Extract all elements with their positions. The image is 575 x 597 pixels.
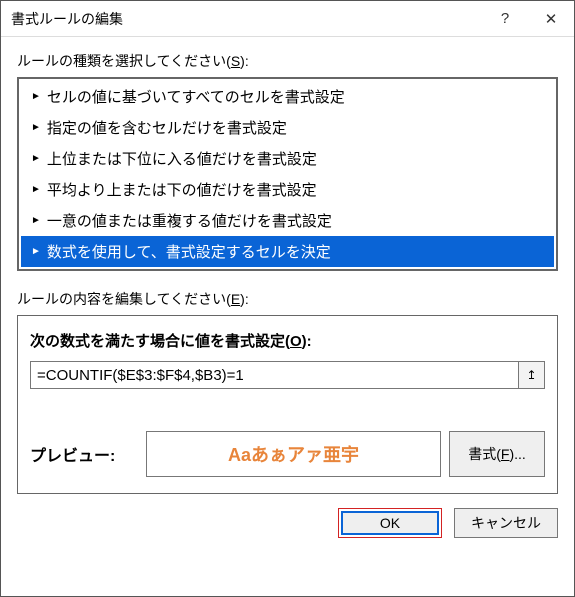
rule-content-label: ルールの内容を編集してください(E): bbox=[17, 289, 558, 309]
bullet-icon: ► bbox=[31, 247, 41, 257]
rule-type-item-average[interactable]: ► 平均より上または下の値だけを書式設定 bbox=[21, 174, 554, 205]
help-icon: ? bbox=[501, 10, 509, 27]
rule-type-item-label: 指定の値を含むセルだけを書式設定 bbox=[47, 117, 287, 138]
collapse-dialog-icon: ↥ bbox=[526, 369, 536, 381]
ok-button[interactable]: OK bbox=[341, 511, 439, 535]
cancel-button[interactable]: キャンセル bbox=[454, 508, 558, 538]
preview-row: プレビュー: Aaあぁアァ亜宇 書式(F)... bbox=[30, 431, 545, 477]
rule-type-item-top-bottom[interactable]: ► 上位または下位に入る値だけを書式設定 bbox=[21, 143, 554, 174]
rule-type-item-cell-value[interactable]: ► セルの値に基づいてすべてのセルを書式設定 bbox=[21, 81, 554, 112]
dialog-button-row: OK キャンセル bbox=[17, 508, 558, 538]
rule-type-item-formula[interactable]: ► 数式を使用して、書式設定するセルを決定 bbox=[21, 236, 554, 267]
rule-type-item-unique-duplicate[interactable]: ► 一意の値または重複する値だけを書式設定 bbox=[21, 205, 554, 236]
ok-button-label: OK bbox=[380, 515, 400, 531]
rule-type-item-label: 数式を使用して、書式設定するセルを決定 bbox=[47, 241, 331, 262]
formula-label-key: O bbox=[290, 333, 302, 350]
range-selector-button[interactable]: ↥ bbox=[519, 361, 545, 389]
preview-sample: Aaあぁアァ亜宇 bbox=[146, 431, 441, 477]
format-button[interactable]: 書式(F)... bbox=[449, 431, 545, 477]
rule-content-box: 次の数式を満たす場合に値を書式設定(O): ↥ プレビュー: Aaあぁアァ亜宇 … bbox=[17, 315, 558, 494]
rule-content-label-prefix: ルールの内容を編集してください( bbox=[17, 291, 231, 307]
spacer bbox=[17, 271, 558, 289]
preview-label: プレビュー: bbox=[30, 442, 138, 466]
formula-input[interactable] bbox=[30, 361, 519, 389]
bullet-icon: ► bbox=[31, 185, 41, 195]
titlebar: 書式ルールの編集 ? ✕ bbox=[1, 1, 574, 37]
bullet-icon: ► bbox=[31, 123, 41, 133]
format-button-key: F bbox=[501, 446, 510, 462]
rule-type-label-key: S bbox=[231, 53, 240, 69]
rule-type-item-label: セルの値に基づいてすべてのセルを書式設定 bbox=[47, 86, 345, 107]
rule-type-item-specific-value[interactable]: ► 指定の値を含むセルだけを書式設定 bbox=[21, 112, 554, 143]
formula-row: ↥ bbox=[30, 361, 545, 389]
rule-type-list: ► セルの値に基づいてすべてのセルを書式設定 ► 指定の値を含むセルだけを書式設… bbox=[17, 77, 558, 271]
format-button-suffix: )... bbox=[509, 446, 525, 462]
rule-type-label-prefix: ルールの種類を選択してください( bbox=[17, 53, 231, 69]
dialog-body: ルールの種類を選択してください(S): ► セルの値に基づいてすべてのセルを書式… bbox=[1, 37, 574, 596]
bullet-icon: ► bbox=[31, 154, 41, 164]
format-button-prefix: 書式( bbox=[468, 444, 501, 464]
rule-content-label-suffix: ): bbox=[240, 291, 249, 307]
close-icon: ✕ bbox=[545, 10, 558, 28]
dialog-title: 書式ルールの編集 bbox=[11, 9, 482, 29]
rule-type-item-label: 平均より上または下の値だけを書式設定 bbox=[47, 179, 317, 200]
rule-type-label: ルールの種類を選択してください(S): bbox=[17, 51, 558, 71]
rule-content-label-key: E bbox=[231, 291, 240, 307]
formula-label-suffix: ): bbox=[302, 333, 312, 350]
help-button[interactable]: ? bbox=[482, 1, 528, 37]
bullet-icon: ► bbox=[31, 216, 41, 226]
bullet-icon: ► bbox=[31, 92, 41, 102]
close-button[interactable]: ✕ bbox=[528, 1, 574, 37]
cancel-button-label: キャンセル bbox=[471, 513, 541, 533]
formula-label-prefix: 次の数式を満たす場合に値を書式設定( bbox=[30, 333, 290, 350]
rule-type-item-label: 上位または下位に入る値だけを書式設定 bbox=[47, 148, 317, 169]
edit-formatting-rule-dialog: 書式ルールの編集 ? ✕ ルールの種類を選択してください(S): ► セルの値に… bbox=[0, 0, 575, 597]
ok-button-highlight: OK bbox=[338, 508, 442, 538]
rule-type-item-label: 一意の値または重複する値だけを書式設定 bbox=[47, 210, 332, 231]
rule-type-label-suffix: ): bbox=[240, 53, 249, 69]
formula-label: 次の数式を満たす場合に値を書式設定(O): bbox=[30, 330, 545, 351]
